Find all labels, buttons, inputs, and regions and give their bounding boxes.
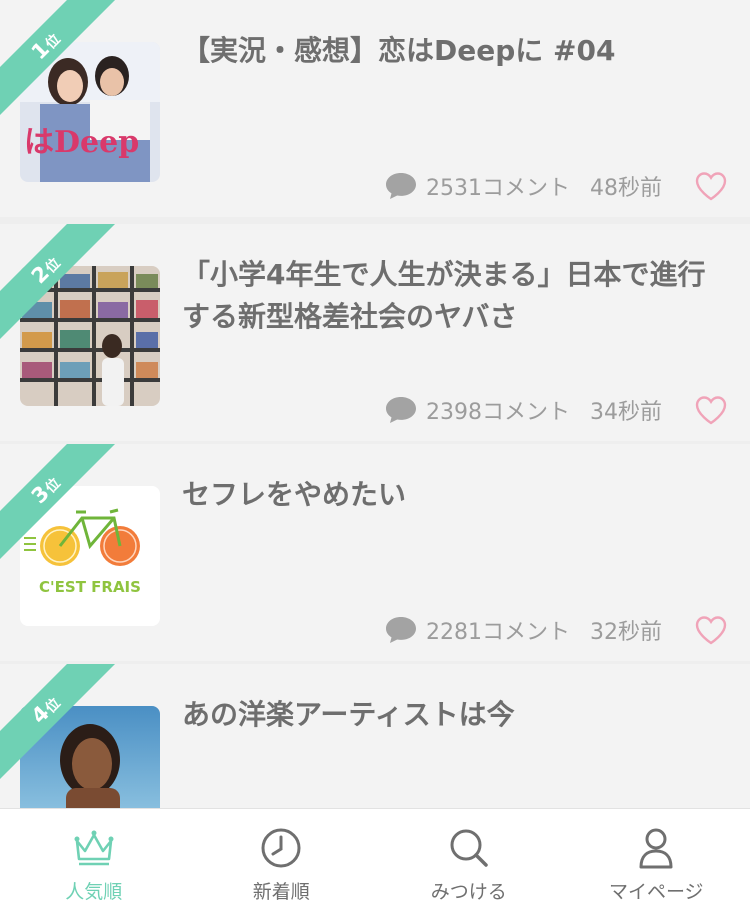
article-card[interactable]: はDeep 1位 【実況・感想】恋はDeepに #04 2531コメント 48秒… <box>0 0 750 217</box>
comment-icon <box>386 397 416 423</box>
tab-discover[interactable]: みつける <box>375 809 563 908</box>
posted-time: 34秒前 <box>590 400 662 425</box>
heart-icon[interactable] <box>694 170 728 202</box>
tab-label: 人気順 <box>65 881 123 903</box>
heart-icon[interactable] <box>694 614 728 646</box>
article-card[interactable]: 2位 「小学4年生で人生が決まる」日本で進行する新型格差社会のヤバさ 2398コ… <box>0 224 750 441</box>
article-meta: 2398コメント 34秒前 <box>384 392 662 428</box>
comment-count: 2281コメント <box>426 620 570 645</box>
thumb-title-text: C'EST FRAIS <box>39 578 141 596</box>
comment-count: 2398コメント <box>426 400 570 425</box>
ranking-list: はDeep 1位 【実況・感想】恋はDeepに #04 2531コメント 48秒… <box>0 0 750 808</box>
tab-mypage[interactable]: マイページ <box>563 809 750 908</box>
clock-icon <box>261 828 301 868</box>
search-icon <box>450 829 488 867</box>
article-title: あの洋楽アーティストは今 <box>182 698 515 731</box>
person-icon <box>639 828 673 869</box>
tab-newest[interactable]: 新着順 <box>188 809 376 908</box>
crown-icon <box>74 830 114 866</box>
posted-time: 48秒前 <box>590 176 662 201</box>
comment-icon <box>386 173 416 199</box>
tab-label: 新着順 <box>252 881 310 903</box>
article-card[interactable]: C'EST FRAIS 3位 セフレをやめたい 2281コメント 32秒前 <box>0 444 750 661</box>
article-meta: 2281コメント 32秒前 <box>384 612 662 648</box>
tab-label: みつける <box>430 881 507 903</box>
heart-icon[interactable] <box>694 394 728 426</box>
posted-time: 32秒前 <box>590 620 662 645</box>
article-meta: 2531コメント 48秒前 <box>384 168 662 204</box>
tab-popular[interactable]: 人気順 <box>0 809 188 908</box>
comment-count: 2531コメント <box>426 176 570 201</box>
thumb-title-text: はDeep <box>24 125 139 160</box>
comment-icon <box>386 617 416 643</box>
tab-label: マイページ <box>608 881 704 903</box>
article-title: セフレをやめたい <box>182 478 407 511</box>
article-title: 【実況・感想】恋はDeepに #04 <box>182 34 616 67</box>
article-title: 「小学4年生で人生が決まる」日本で進行する新型格差社会のヤバさ <box>182 258 706 333</box>
article-card[interactable]: 4位 あの洋楽アーティストは今 <box>0 664 750 808</box>
bottom-tab-bar: 人気順 新着順 みつける マイページ <box>0 808 750 908</box>
